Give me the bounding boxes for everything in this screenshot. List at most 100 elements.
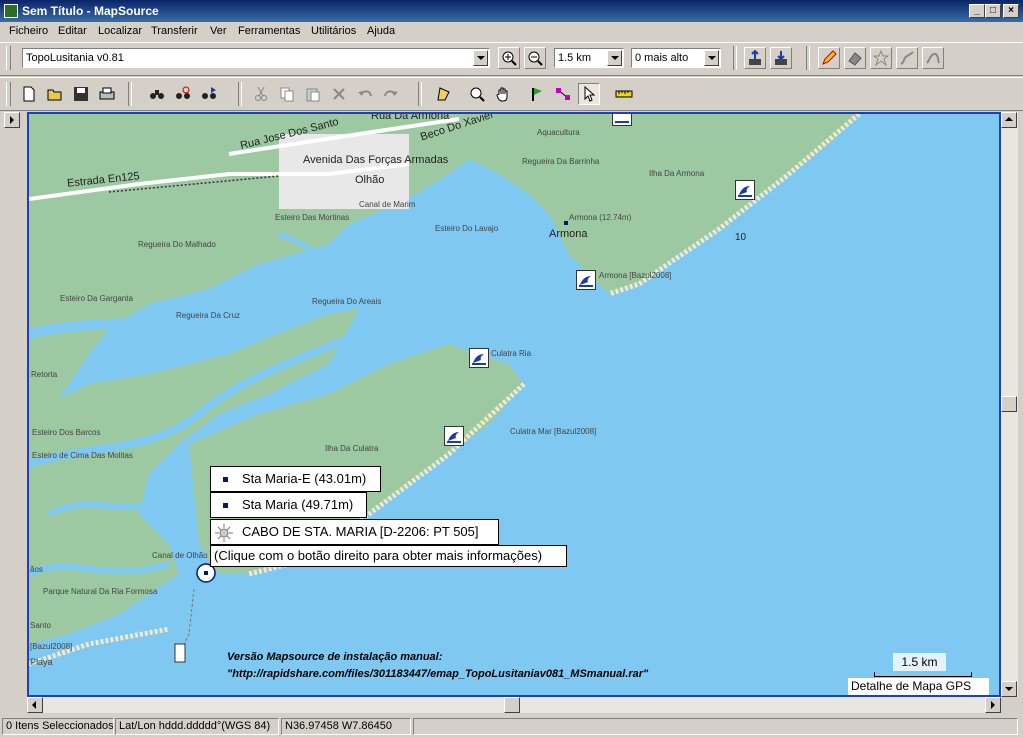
label-culatra-mar: Culatra Mar [Bazul2008]: [510, 427, 597, 436]
label-armona-poi: Armona (12.74m): [569, 213, 632, 222]
maximize-button[interactable]: □: [985, 4, 1001, 18]
map-tool-button[interactable]: [818, 47, 840, 69]
status-selected: 0 Itens Seleccionados: [2, 718, 114, 735]
label-esteiro-mortinas: Esteiro Das Mortinas: [275, 213, 350, 222]
beach-poi-icon[interactable]: [576, 270, 596, 290]
menu-editar[interactable]: Editar: [58, 25, 87, 37]
track-tool-button[interactable]: [922, 47, 944, 69]
toolbar-grip[interactable]: [6, 46, 11, 70]
tooltip-item-1: Sta Maria-E (43.01m): [210, 466, 381, 492]
undo-icon: [358, 90, 372, 97]
scroll-up-button[interactable]: [1001, 112, 1017, 128]
detail-level-value: 0 mais alto: [635, 52, 689, 64]
horizontal-scrollbar[interactable]: [27, 697, 1001, 713]
polygon-icon: [437, 87, 450, 101]
chevron-down-icon[interactable]: [704, 50, 719, 66]
hand-icon: [496, 87, 508, 102]
beach-poi-icon[interactable]: [735, 180, 755, 200]
zoom-scale-select[interactable]: 1.5 km: [554, 48, 624, 68]
status-format: Lat/Lon hddd.ddddd°(WGS 84): [115, 718, 279, 735]
toolbar-grip[interactable]: [6, 82, 11, 106]
send-to-device-button[interactable]: [744, 47, 766, 69]
hand-tool-button[interactable]: [492, 83, 514, 105]
undo-button[interactable]: [354, 83, 376, 105]
label-avenida: Avenida Das Forças Armadas: [303, 154, 449, 166]
scroll-right-button[interactable]: [985, 697, 1001, 713]
map-product-select[interactable]: TopoLusitania v0.81: [22, 48, 490, 68]
receive-from-device-button[interactable]: [770, 47, 792, 69]
chevron-down-icon[interactable]: [473, 50, 488, 66]
label-esteiro-molitas: Esteiro de Cima Das Molitas: [32, 451, 133, 460]
map-view[interactable]: Rua Da Armona Rua Jose Dos Santo Beco Do…: [27, 112, 1001, 697]
beach-poi-icon[interactable]: [469, 348, 489, 368]
binoculars-icon: [150, 90, 164, 99]
menu-ajuda[interactable]: Ajuda: [367, 25, 395, 37]
poi-armona-dot[interactable]: [564, 221, 568, 225]
open-file-button[interactable]: [44, 83, 66, 105]
map-detail-label: Detalhe de Mapa GPS: [848, 678, 989, 695]
select-area-button[interactable]: [870, 47, 892, 69]
beach-poi-icon[interactable]: [444, 426, 464, 446]
route-tool-button[interactable]: [896, 47, 918, 69]
waypoint-tool-button[interactable]: [526, 83, 548, 105]
redo-button[interactable]: [380, 83, 402, 105]
scroll-left-button[interactable]: [27, 697, 43, 713]
minimize-button[interactable]: _: [969, 4, 985, 18]
close-button[interactable]: ×: [1003, 4, 1019, 18]
save-icon: [74, 87, 88, 101]
printer-icon: [99, 87, 115, 100]
app-icon[interactable]: [4, 4, 18, 18]
find-places-button[interactable]: [172, 83, 194, 105]
panel-expand-button[interactable]: [4, 112, 20, 128]
vertical-scroll-thumb[interactable]: [1001, 396, 1017, 412]
label-canal-marim: Canal de Marim: [359, 200, 416, 209]
flag-icon: [532, 88, 542, 101]
map-canvas[interactable]: [29, 114, 999, 695]
route-point-tool-button[interactable]: [552, 83, 574, 105]
menu-localizar[interactable]: Localizar: [98, 25, 142, 37]
zoom-tool-button[interactable]: [466, 83, 488, 105]
label-playa: Playa: [30, 657, 53, 667]
vertical-scrollbar[interactable]: [1001, 112, 1018, 697]
menu-ficheiro[interactable]: Ficheiro: [9, 25, 48, 37]
status-empty-pane: [413, 718, 1018, 735]
point-icon: [223, 477, 228, 482]
copy-button[interactable]: [276, 83, 298, 105]
map-view-tool-button[interactable]: [432, 83, 454, 105]
zoom-out-button[interactable]: [524, 47, 546, 69]
chevron-down-icon[interactable]: [607, 50, 622, 66]
pencil-map-icon: [822, 50, 837, 65]
print-button[interactable]: [96, 83, 118, 105]
eraser-tool-button[interactable]: [844, 47, 866, 69]
tooltip-item-2: Sta Maria (49.71m): [210, 492, 367, 518]
selection-tool-button[interactable]: [578, 83, 600, 105]
menu-ferramentas[interactable]: Ferramentas: [238, 25, 300, 37]
upload-icon: [749, 50, 761, 65]
menu-transferir[interactable]: Transferir: [151, 25, 198, 37]
toolbar-separator: [733, 46, 737, 70]
menu-ver[interactable]: Ver: [210, 25, 227, 37]
delete-button[interactable]: [328, 83, 350, 105]
watermark-line-2: "http://rapidshare.com/files/301183447/e…: [227, 668, 649, 680]
new-file-button[interactable]: [18, 83, 40, 105]
find-button[interactable]: [146, 83, 168, 105]
save-button[interactable]: [70, 83, 92, 105]
cut-button[interactable]: [250, 83, 272, 105]
toolbar-separator: [418, 82, 422, 106]
lighthouse-light-icon: [215, 524, 233, 542]
label-bazul-left: [Bazul2008]: [30, 642, 73, 651]
watermark-line-1: Versão Mapsource de instalação manual:: [227, 651, 443, 663]
menu-utilitarios[interactable]: Utilitários: [311, 25, 356, 37]
eraser-icon: [848, 52, 862, 66]
beach-poi-icon[interactable]: [612, 114, 632, 126]
horizontal-scroll-thumb[interactable]: [504, 697, 520, 713]
cursor-arrow-icon: [584, 86, 596, 102]
distance-tool-button[interactable]: [612, 83, 634, 105]
download-icon: [775, 51, 787, 65]
scroll-down-button[interactable]: [1001, 681, 1017, 697]
zoom-in-button[interactable]: [498, 47, 520, 69]
paste-button[interactable]: [302, 83, 324, 105]
detail-level-select[interactable]: 0 mais alto: [631, 48, 721, 68]
find-near-button[interactable]: [198, 83, 220, 105]
label-parque: Parque Natural Da Ria Formosa: [43, 587, 158, 596]
